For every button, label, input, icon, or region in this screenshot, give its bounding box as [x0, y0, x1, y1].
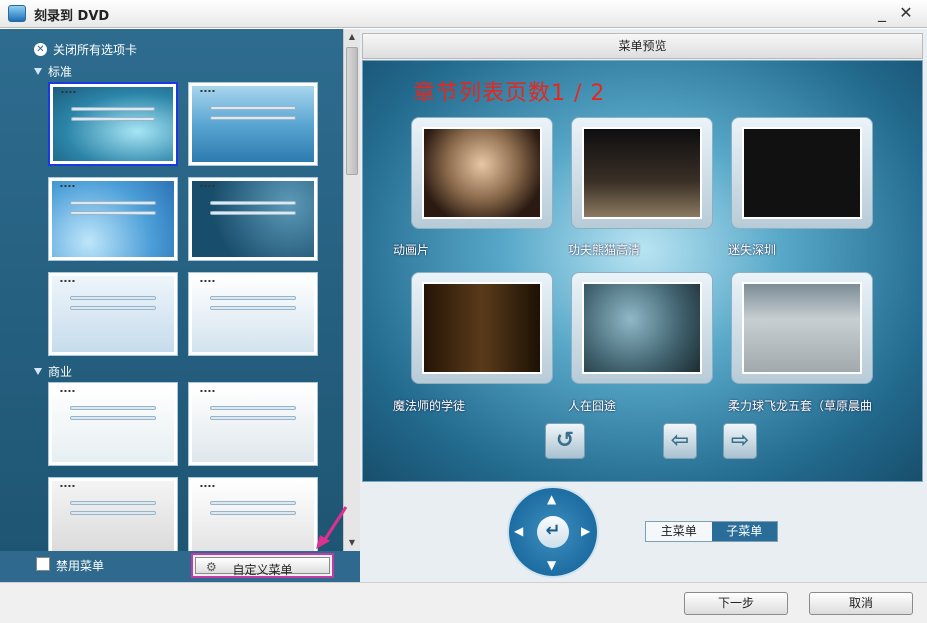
dpad-right-icon[interactable]: ▶	[581, 524, 590, 538]
title-bar: 刻录到 DVD _ ✕	[0, 0, 927, 28]
template-thumb-4[interactable]: ▪ ▪ ▪ ▪	[188, 177, 318, 261]
sub-menu-tab[interactable]: 子菜单	[711, 522, 777, 541]
disable-menu-checkbox[interactable]	[36, 557, 50, 571]
menu-switch: 主菜单 子菜单	[645, 521, 778, 542]
close-button[interactable]: ✕	[896, 4, 916, 24]
chapter-page-title: 章节列表页数1 / 2	[413, 81, 606, 106]
template-panel: ✕ 关闭所有选项卡 标准 ▪ ▪ ▪ ▪ ▪ ▪ ▪ ▪ ▪ ▪ ▪ ▪ ▪ ▪…	[0, 29, 360, 551]
chapter-label-2: 功夫熊猫高清	[568, 243, 641, 257]
disable-menu-label: 禁用菜单	[56, 559, 105, 573]
chapter-thumb-5[interactable]	[571, 272, 713, 384]
custom-menu-button[interactable]: ⚙ 自定义菜单	[191, 553, 334, 578]
template-scrollbar[interactable]: ▲ ▼	[343, 29, 360, 551]
dpad-down-icon[interactable]: ▼	[547, 558, 556, 572]
chapter-thumb-4[interactable]	[411, 272, 553, 384]
dvd-app-icon	[8, 5, 26, 22]
preview-controls: ▲ ▼ ◀ ▶ ↵ 主菜单 子菜单	[362, 484, 923, 580]
minimize-button[interactable]: _	[872, 4, 892, 24]
close-all-tabs[interactable]: ✕ 关闭所有选项卡	[34, 41, 137, 58]
chapter-thumb-3[interactable]	[731, 117, 873, 229]
expand-triangle-icon	[34, 368, 42, 375]
template-thumb-6[interactable]: ▪ ▪ ▪ ▪	[188, 272, 318, 356]
scroll-up-icon[interactable]: ▲	[344, 29, 360, 45]
template-thumb-3[interactable]: ▪ ▪ ▪ ▪	[48, 177, 178, 261]
template-thumb-5[interactable]: ▪ ▪ ▪ ▪	[48, 272, 178, 356]
preview-header: 菜单预览	[362, 33, 923, 59]
dialog-footer: 下一步 取消	[0, 582, 927, 623]
window-title: 刻录到 DVD	[34, 9, 110, 24]
template-thumb-2[interactable]: ▪ ▪ ▪ ▪	[188, 82, 318, 166]
dpad-enter-icon[interactable]: ↵	[537, 516, 569, 548]
back-to-menu-icon[interactable]: ↺	[545, 423, 585, 459]
scrollbar-thumb[interactable]	[346, 47, 358, 175]
next-page-icon[interactable]: ⇨	[723, 423, 757, 459]
close-circle-icon: ✕	[34, 43, 47, 56]
close-all-tabs-label: 关闭所有选项卡	[53, 43, 138, 57]
dpad-up-icon[interactable]: ▲	[547, 492, 556, 506]
category-business[interactable]: 商业	[34, 363, 72, 380]
template-thumb-1[interactable]: ▪ ▪ ▪ ▪	[48, 82, 178, 166]
template-thumb-7[interactable]: ▪ ▪ ▪ ▪	[48, 382, 178, 466]
chapter-label-5: 人在囧途	[568, 399, 617, 413]
category-business-label: 商业	[48, 365, 73, 379]
chapter-thumb-1[interactable]	[411, 117, 553, 229]
menu-preview-canvas: 章节列表页数1 / 2 动画片 功夫熊猫高清 迷失深圳 魔法师的学徒 人在囧途 …	[362, 60, 923, 482]
category-standard-label: 标准	[48, 65, 73, 79]
template-thumb-8[interactable]: ▪ ▪ ▪ ▪	[188, 382, 318, 466]
category-standard[interactable]: 标准	[34, 63, 72, 80]
main-menu-tab[interactable]: 主菜单	[646, 522, 712, 541]
chapter-thumb-6[interactable]	[731, 272, 873, 384]
next-button[interactable]: 下一步	[684, 592, 788, 615]
chapter-label-1: 动画片	[393, 243, 430, 257]
menu-preview-panel: 菜单预览 章节列表页数1 / 2 动画片 功夫熊猫高清 迷失深圳 魔法师的学徒 …	[360, 29, 927, 582]
custom-menu-label: 自定义菜单	[232, 563, 293, 577]
chapter-label-4: 魔法师的学徒	[393, 399, 466, 413]
expand-triangle-icon	[34, 68, 42, 75]
navigation-dpad[interactable]: ▲ ▼ ◀ ▶ ↵	[507, 486, 599, 578]
cancel-button[interactable]: 取消	[809, 592, 913, 615]
chapter-label-6: 柔力球飞龙五套（草原晨曲	[728, 399, 873, 413]
pink-pointer-arrow-icon	[316, 506, 348, 549]
prev-page-icon[interactable]: ⇦	[663, 423, 697, 459]
template-thumb-10[interactable]: ▪ ▪ ▪ ▪	[188, 477, 318, 551]
chapter-label-3: 迷失深圳	[728, 243, 777, 257]
chapter-thumb-2[interactable]	[571, 117, 713, 229]
template-thumb-9[interactable]: ▪ ▪ ▪ ▪	[48, 477, 178, 551]
dpad-left-icon[interactable]: ◀	[514, 524, 523, 538]
